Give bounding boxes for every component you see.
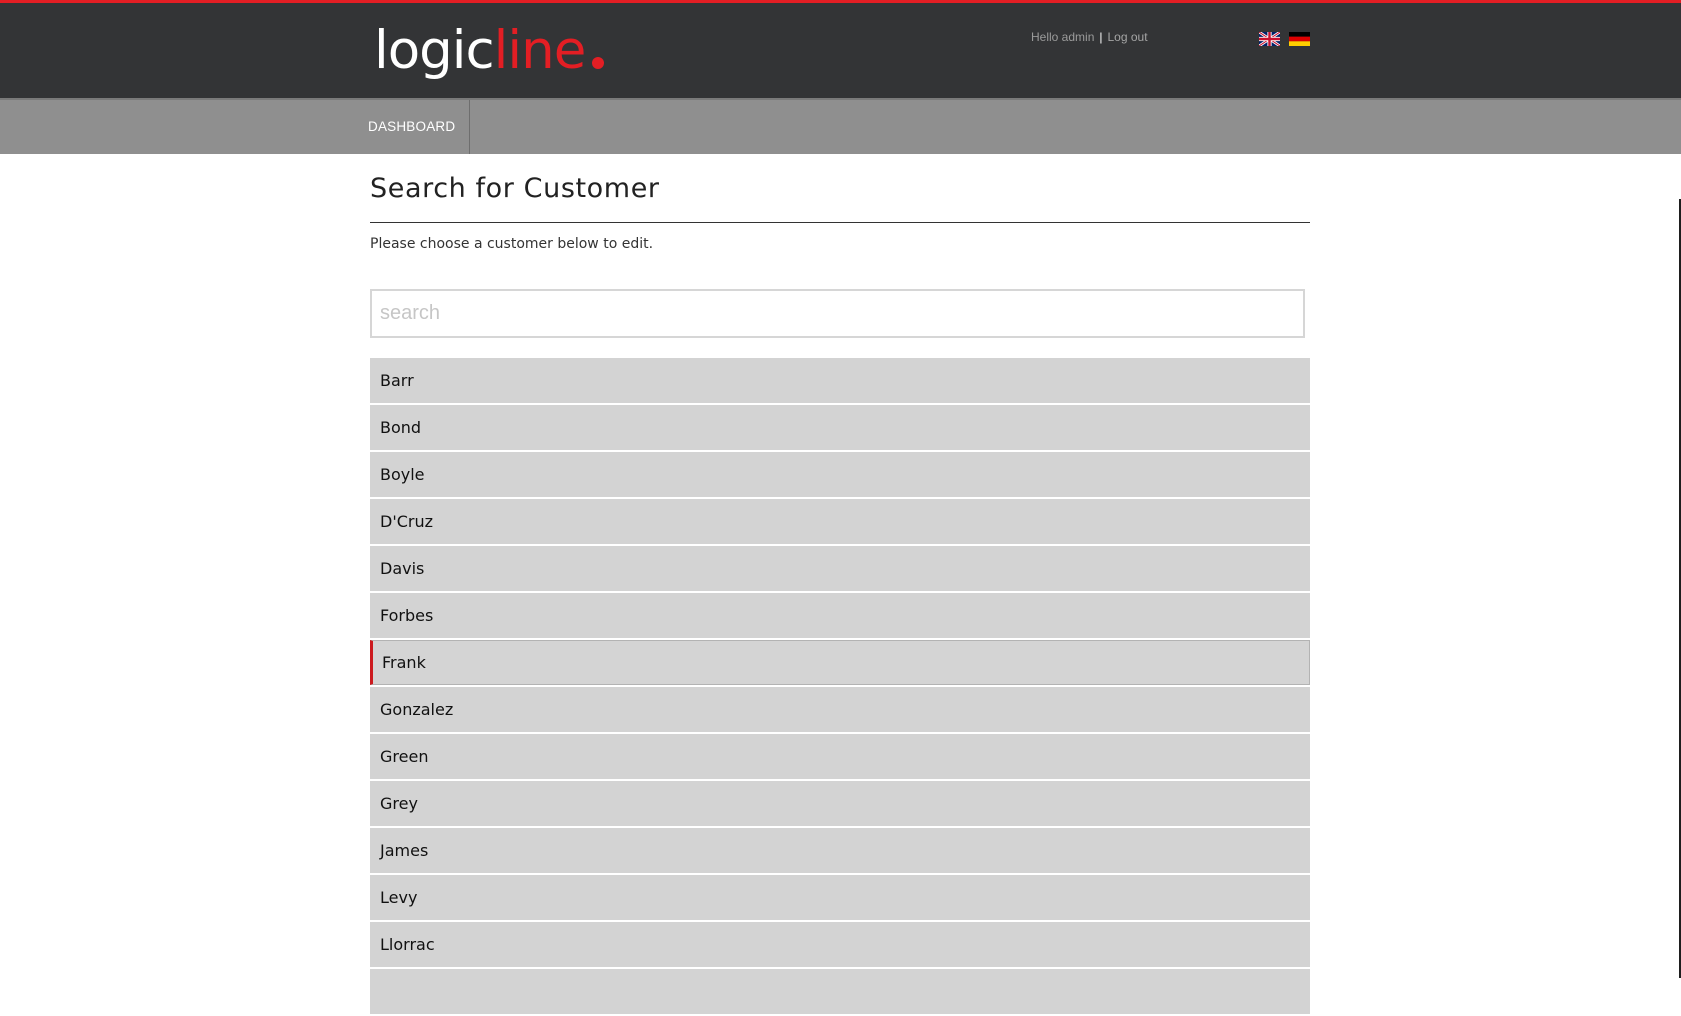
customer-item-bond[interactable]: Bond bbox=[370, 405, 1310, 450]
logo-dot-icon bbox=[592, 57, 605, 69]
greeting-text: Hello admin bbox=[1031, 30, 1095, 44]
customer-item-grey[interactable]: Grey bbox=[370, 781, 1310, 826]
customer-list: Barr Bond Boyle D'Cruz Davis Forbes Fran… bbox=[370, 358, 1310, 1016]
logo-text-line: line bbox=[493, 20, 587, 81]
customer-item-james[interactable]: James bbox=[370, 828, 1310, 873]
intro-text: Please choose a customer below to edit. bbox=[370, 236, 654, 252]
user-box: Hello admin | Log out bbox=[1031, 30, 1148, 44]
nav-dashboard[interactable]: DASHBOARD bbox=[355, 100, 471, 154]
title-divider bbox=[370, 222, 1310, 223]
customer-item-frank[interactable]: Frank bbox=[370, 640, 1310, 685]
customer-item-llorrac[interactable]: Llorrac bbox=[370, 922, 1310, 967]
top-header: logicline Hello admin | Log out bbox=[0, 0, 1681, 98]
language-switcher bbox=[1259, 32, 1310, 46]
main-nav: DASHBOARD bbox=[0, 98, 1681, 154]
customer-item-forbes[interactable]: Forbes bbox=[370, 593, 1310, 638]
page-title: Search for Customer bbox=[370, 173, 660, 204]
german-flag-icon[interactable] bbox=[1289, 32, 1310, 46]
logicline-logo[interactable]: logicline bbox=[374, 16, 605, 86]
english-flag-icon[interactable] bbox=[1259, 32, 1280, 46]
search-input[interactable] bbox=[370, 289, 1305, 338]
customer-item-green[interactable]: Green bbox=[370, 734, 1310, 779]
customer-item-dcruz[interactable]: D'Cruz bbox=[370, 499, 1310, 544]
customer-item-davis[interactable]: Davis bbox=[370, 546, 1310, 591]
customer-item-gonzalez[interactable]: Gonzalez bbox=[370, 687, 1310, 732]
customer-item-levy[interactable]: Levy bbox=[370, 875, 1310, 920]
customer-item-partial[interactable] bbox=[370, 969, 1310, 1014]
separator: | bbox=[1099, 30, 1103, 44]
logout-link[interactable]: Log out bbox=[1108, 30, 1148, 44]
customer-item-boyle[interactable]: Boyle bbox=[370, 452, 1310, 497]
customer-item-barr[interactable]: Barr bbox=[370, 358, 1310, 403]
logo-text-logic: logic bbox=[374, 20, 495, 81]
